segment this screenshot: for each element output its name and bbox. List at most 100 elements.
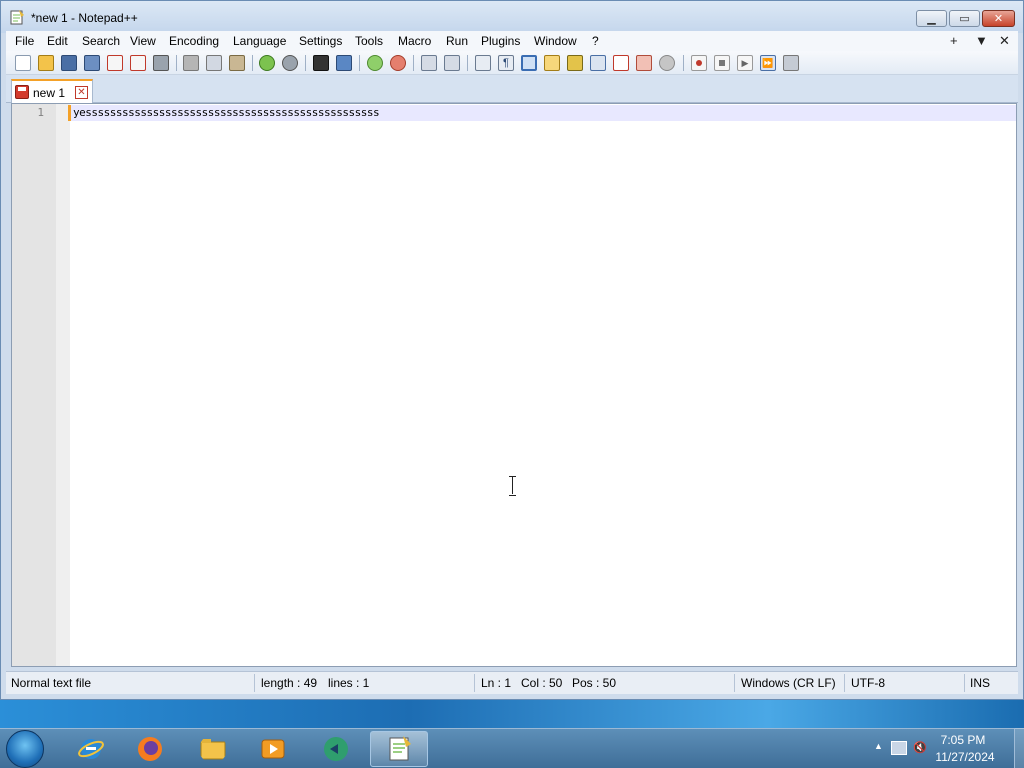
new-tab-plus-icon[interactable]: + <box>950 33 958 48</box>
minimize-button[interactable]: ▁ <box>916 10 947 27</box>
menu-settings[interactable]: Settings <box>299 34 342 48</box>
notepadpp-window: *new 1 - Notepad++ ▁ ▭ ✕ File Edit Searc… <box>0 0 1024 700</box>
indent-guide-icon[interactable] <box>521 55 537 71</box>
save-all-icon[interactable] <box>84 55 100 71</box>
start-button[interactable] <box>6 730 44 768</box>
menu-macro[interactable]: Macro <box>398 34 431 48</box>
volume-muted-icon[interactable]: 🔇 <box>913 741 929 755</box>
menu-file[interactable]: File <box>15 34 34 48</box>
document-map-icon[interactable] <box>567 55 583 71</box>
print-icon[interactable] <box>153 55 169 71</box>
taskbar: ▲ 🔇 7:05 PM 11/27/2024 <box>0 700 1024 768</box>
taskbar-file-explorer[interactable] <box>186 731 240 767</box>
clock-date[interactable]: 11/27/2024 <box>928 750 1002 764</box>
taskbar-media-player[interactable] <box>246 731 300 767</box>
cut-icon[interactable] <box>183 55 199 71</box>
status-file-type: Normal text file <box>11 676 92 690</box>
menu-window[interactable]: Window <box>534 34 577 48</box>
notepadpp-icon <box>10 10 24 25</box>
new-file-icon[interactable] <box>15 55 31 71</box>
media-player-icon <box>261 739 285 759</box>
paste-icon[interactable] <box>229 55 245 71</box>
line-number-gutter: 1 <box>12 104 70 666</box>
taskbar-internet-explorer[interactable] <box>64 731 118 767</box>
tab-bar: new 1 ✕ <box>6 75 1018 103</box>
folder-as-workspace-icon[interactable] <box>613 55 629 71</box>
status-lines: lines : 1 <box>328 676 370 690</box>
notepadpp-icon <box>389 736 411 761</box>
tab-list-dropdown-icon[interactable]: ▼ <box>975 33 988 48</box>
editor-line-1[interactable]: yessssssssssssssssssssssssssssssssssssss… <box>73 106 380 119</box>
record-macro-icon[interactable] <box>691 55 707 71</box>
menu-language[interactable]: Language <box>233 34 286 48</box>
find-icon[interactable] <box>313 55 329 71</box>
save-icon[interactable] <box>61 55 77 71</box>
zoom-out-icon[interactable] <box>390 55 406 71</box>
show-desktop-button[interactable] <box>1014 728 1024 768</box>
menu-tools[interactable]: Tools <box>355 34 383 48</box>
menu-run[interactable]: Run <box>446 34 468 48</box>
title-bar[interactable]: *new 1 - Notepad++ ▁ ▭ ✕ <box>1 1 1023 33</box>
network-icon[interactable] <box>891 741 907 755</box>
menu-bar: File Edit Search View Encoding Language … <box>6 31 1018 51</box>
undo-icon[interactable] <box>259 55 275 71</box>
close-button[interactable]: ✕ <box>982 10 1015 27</box>
word-wrap-icon[interactable] <box>475 55 491 71</box>
firefox-icon <box>138 737 162 761</box>
unsaved-file-icon <box>15 85 29 99</box>
copy-icon[interactable] <box>206 55 222 71</box>
maximize-button[interactable]: ▭ <box>949 10 980 27</box>
playback-icon[interactable]: ▶ <box>737 55 753 71</box>
status-length: length : 49 <box>261 676 318 690</box>
change-history-marker <box>68 105 71 121</box>
redo-icon[interactable] <box>282 55 298 71</box>
menu-search[interactable]: Search <box>82 34 120 48</box>
menu-plugins[interactable]: Plugins <box>481 34 520 48</box>
window-title: *new 1 - Notepad++ <box>31 11 138 25</box>
menu-help[interactable]: ? <box>592 34 599 48</box>
status-eol[interactable]: Windows (CR LF) <box>741 676 836 690</box>
taskbar-firefox[interactable] <box>123 731 177 767</box>
sync-vertical-icon[interactable] <box>421 55 437 71</box>
menu-encoding[interactable]: Encoding <box>169 34 219 48</box>
system-tray: ▲ 🔇 7:05 PM 11/27/2024 <box>864 728 1024 768</box>
close-document-icon[interactable]: ✕ <box>999 33 1010 49</box>
sync-horizontal-icon[interactable] <box>444 55 460 71</box>
status-column: Col : 50 <box>521 676 563 690</box>
run-macro-multiple-icon[interactable]: ⏩ <box>760 55 776 71</box>
remote-app-icon <box>324 737 348 761</box>
tab-close-icon[interactable]: ✕ <box>75 86 88 99</box>
status-line: Ln : 1 <box>481 676 512 690</box>
line-number: 1 <box>37 106 44 119</box>
internet-explorer-icon <box>78 739 104 759</box>
status-bar: Normal text file length : 49 lines : 1 L… <box>6 671 1018 694</box>
monitoring-icon[interactable] <box>636 55 652 71</box>
menu-edit[interactable]: Edit <box>47 34 68 48</box>
close-file-icon[interactable] <box>107 55 123 71</box>
open-file-icon[interactable] <box>38 55 54 71</box>
text-editor[interactable]: 1 yessssssssssssssssssssssssssssssssssss… <box>11 103 1017 667</box>
stop-recording-icon[interactable] <box>714 55 730 71</box>
fold-margin <box>56 104 70 666</box>
taskbar-remote-app[interactable] <box>309 731 363 767</box>
show-all-characters-icon[interactable]: ¶ <box>498 55 514 71</box>
close-all-icon[interactable] <box>130 55 146 71</box>
menu-view[interactable]: View <box>130 34 156 48</box>
tab-new-1[interactable]: new 1 ✕ <box>11 79 93 103</box>
replace-icon[interactable] <box>336 55 352 71</box>
zoom-in-icon[interactable] <box>367 55 383 71</box>
tab-label: new 1 <box>33 86 66 100</box>
user-defined-language-icon[interactable] <box>544 55 560 71</box>
folder-icon <box>200 739 226 760</box>
toolbar: ¶ ▶ ⏩ <box>6 51 1018 75</box>
show-hidden-icons-icon[interactable]: ▲ <box>874 741 888 755</box>
comment-icon[interactable] <box>659 55 675 71</box>
save-macro-icon[interactable] <box>783 55 799 71</box>
taskbar-notepad-plus-plus[interactable] <box>370 731 428 767</box>
function-list-icon[interactable] <box>590 55 606 71</box>
status-position: Pos : 50 <box>572 676 617 690</box>
clock-time[interactable]: 7:05 PM <box>928 733 998 747</box>
status-encoding[interactable]: UTF-8 <box>851 676 885 690</box>
status-insert-mode[interactable]: INS <box>970 676 990 690</box>
text-cursor-icon <box>508 476 518 496</box>
